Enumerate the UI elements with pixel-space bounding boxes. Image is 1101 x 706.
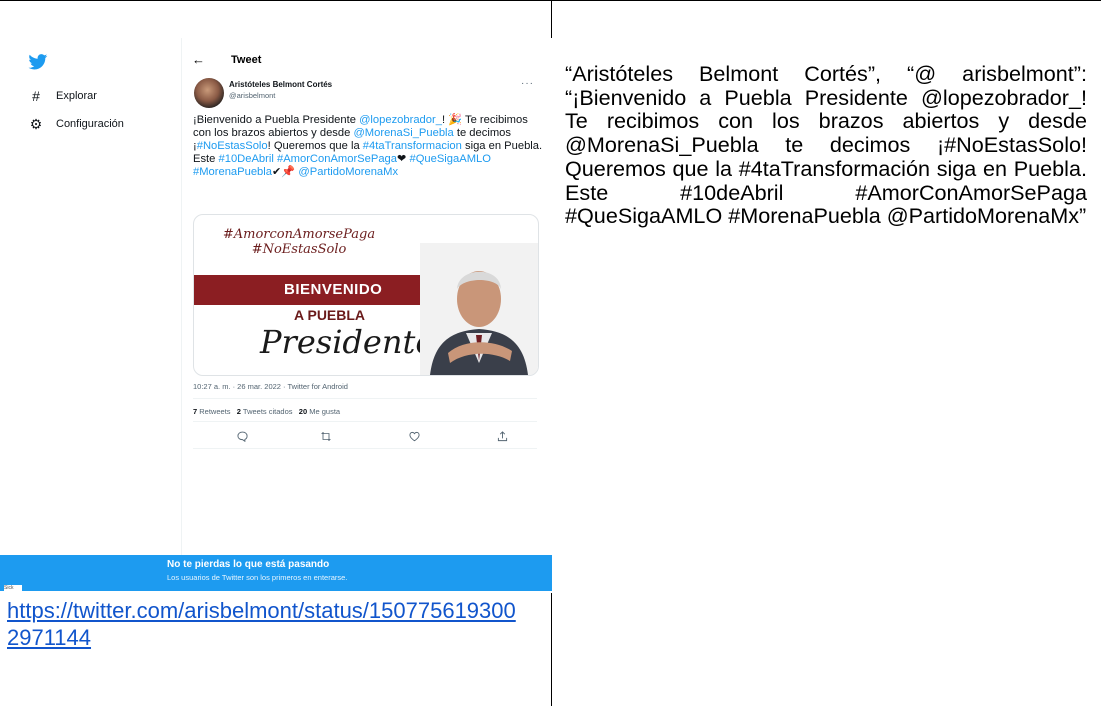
author-handle[interactable]: @arisbelmont (229, 91, 275, 100)
retweet-icon[interactable] (319, 429, 333, 443)
banner-subtitle: Los usuarios de Twitter son los primeros… (167, 573, 348, 582)
reply-icon[interactable] (235, 429, 249, 443)
quotes-label[interactable]: Tweets citados (243, 407, 293, 416)
share-icon[interactable] (495, 429, 509, 443)
image-line-presidente: Presidente (260, 323, 435, 361)
tweet-link[interactable]: #4taTransformacion (363, 140, 462, 152)
source-link[interactable]: https://twitter.com/arisbelmont/status/1… (7, 597, 527, 651)
divider (193, 448, 537, 449)
login-banner[interactable]: No te pierdas lo que está pasando Los us… (0, 555, 552, 591)
divider (193, 398, 537, 399)
twitter-sidebar: # Explorar ⚙ Configuración (0, 38, 182, 558)
tweet-screenshot: # Explorar ⚙ Configuración ← Tweet Arist… (0, 38, 552, 593)
tiny-label: Sick (4, 585, 22, 593)
tweet-link[interactable]: @PartidoMorenaMx (298, 166, 398, 178)
tweet-link[interactable]: #QueSigaAMLO (409, 153, 490, 165)
sidebar-item-configuracion[interactable]: ⚙ Configuración (28, 114, 124, 134)
hash-icon: # (32, 88, 40, 104)
tweet-actions (193, 427, 537, 445)
tweet-link[interactable]: #10DeAbril (219, 153, 274, 165)
twitter-bird-icon[interactable] (28, 54, 48, 70)
retweets-count[interactable]: 7 (193, 407, 197, 416)
sidebar-item-label: Explorar (56, 90, 97, 102)
tweet-detail: ← Tweet Aristóteles Belmont Cortés @aris… (182, 38, 544, 558)
tweet-image[interactable]: #AmorconAmorsePaga #NoEstasSolo BIENVENI… (193, 214, 539, 376)
author-name[interactable]: Aristóteles Belmont Cortés (229, 80, 332, 89)
tweet-link[interactable]: #NoEstasSolo (197, 140, 268, 152)
tweet-timestamp: 10:27 a. m. · 26 mar. 2022 · Twitter for… (193, 382, 348, 391)
president-photo (420, 243, 538, 375)
tweet-link[interactable]: #AmorConAmorSePaga (277, 153, 397, 165)
likes-count[interactable]: 20 (299, 407, 307, 416)
tweet-text-segment: ¡Bienvenido a Puebla Presidente (193, 114, 360, 126)
retweets-label[interactable]: Retweets (199, 407, 230, 416)
tweet-header: ← Tweet (192, 52, 261, 67)
likes-label[interactable]: Me gusta (309, 407, 340, 416)
tweet-link[interactable]: #MorenaPuebla (193, 166, 272, 178)
tweet-text-segment: ❤ (396, 153, 410, 165)
banner-title: No te pierdas lo que está pasando (167, 559, 330, 570)
page-title: Tweet (231, 53, 262, 66)
sidebar-item-explorar[interactable]: # Explorar (28, 86, 97, 106)
tweet-text: ¡Bienvenido a Puebla Presidente @lopezob… (193, 114, 543, 179)
quotes-count[interactable]: 2 (237, 407, 241, 416)
divider (193, 421, 537, 422)
image-line-bienvenido: BIENVENIDO (284, 281, 383, 298)
tweet-stats: 7 Retweets 2 Tweets citados 20 Me gusta (193, 407, 340, 416)
gear-icon: ⚙ (29, 115, 43, 132)
image-hashtags: #AmorconAmorsePaga #NoEstasSolo (222, 227, 376, 257)
tweet-text-segment: ✔📌 (272, 166, 299, 178)
sidebar-item-label: Configuración (56, 118, 124, 130)
avatar[interactable] (194, 78, 224, 108)
like-icon[interactable] (407, 429, 421, 443)
transcription-text: “Aristóteles Belmont Cortés”, “@ arisbel… (565, 61, 1087, 229)
document-table: # Explorar ⚙ Configuración ← Tweet Arist… (0, 0, 1101, 706)
image-line-apuebla: A PUEBLA (294, 307, 366, 323)
back-arrow-icon[interactable]: ← (192, 52, 205, 67)
more-options-icon[interactable]: ··· (521, 78, 534, 89)
tweet-link[interactable]: @MorenaSi_Puebla (353, 127, 453, 139)
tweet-link[interactable]: @lopezobrador_ (359, 114, 442, 126)
tweet-text-segment: ! Queremos que la (267, 140, 363, 152)
